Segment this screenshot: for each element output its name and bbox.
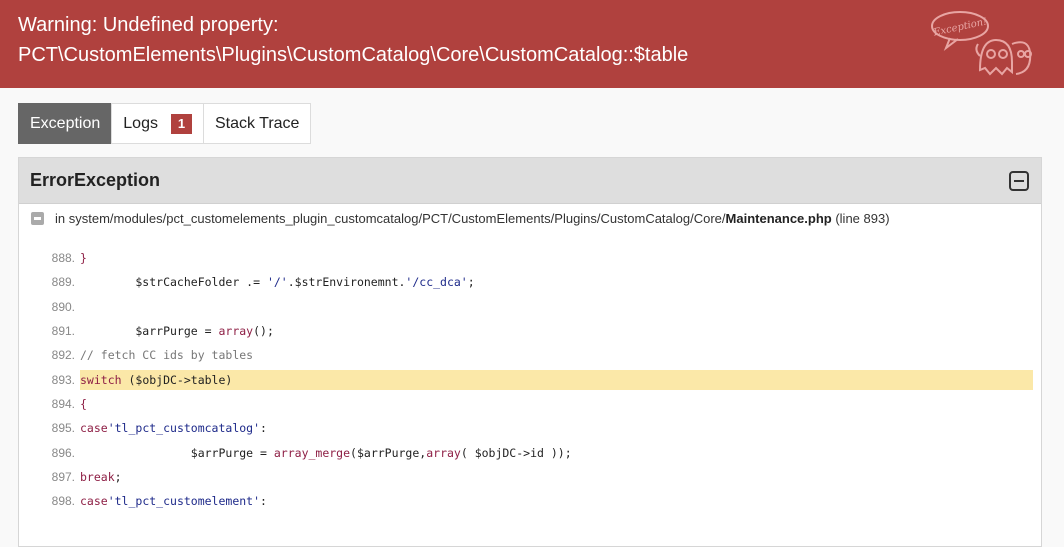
exception-panel-header: ErrorException (19, 158, 1041, 204)
tab-exception[interactable]: Exception (18, 103, 113, 144)
line-number: 894. (51, 396, 75, 411)
tab-exception-label: Exception (30, 114, 101, 132)
error-header: Warning: Undefined property: PCT\CustomE… (0, 0, 1064, 88)
code-line: 890. (19, 295, 1043, 319)
code-line: 888. } (19, 246, 1043, 270)
logs-count-badge: 1 (170, 113, 192, 134)
error-title-line1: Warning: Undefined property: (18, 14, 279, 36)
collapse-panel-button[interactable] (1009, 171, 1029, 191)
tab-stack-trace[interactable]: Stack Trace (202, 103, 312, 144)
line-number: 893. (51, 372, 75, 387)
code-line: 889. $strCacheFolder .= '/' .$strEnvirone… (19, 270, 1043, 294)
tab-bar: Exception Logs 1 Stack Trace (18, 103, 312, 144)
line-number: 888. (51, 251, 75, 266)
file-path: in system/modules/pct_customelements_plu… (55, 211, 726, 226)
error-title-line2: PCT\CustomElements\Plugins\CustomCatalog… (18, 44, 689, 66)
code-text: { (80, 396, 87, 411)
code-line: 894. { (19, 392, 1043, 416)
code-text: case 'tl_pct_customcatalog': (80, 421, 267, 436)
line-number: 895. (51, 421, 75, 436)
exception-panel: ErrorException in system/modules/pct_cus… (18, 157, 1042, 547)
code-text: $strCacheFolder .= '/' .$strEnvironemnt. '… (80, 275, 475, 290)
line-number: 892. (51, 348, 75, 363)
code-text: break; (80, 469, 122, 484)
file-location: in system/modules/pct_customelements_plu… (31, 211, 890, 226)
line-number: 898. (51, 494, 75, 509)
code-line: 892. // fetch CC ids by tables (19, 343, 1043, 367)
code-text: // fetch CC ids by tables (80, 348, 254, 363)
tab-stack-trace-label: Stack Trace (214, 114, 300, 132)
code-text: switch ($objDC->table) (80, 369, 1033, 390)
code-line-highlighted: 893. switch ($objDC->table) (19, 367, 1043, 391)
line-number: 897. (51, 469, 75, 484)
code-text: case 'tl_pct_customelement': (80, 494, 267, 509)
code-line: 891. $arrPurge = array (); (19, 319, 1043, 343)
code-line: 895. case 'tl_pct_customcatalog': (19, 416, 1043, 440)
line-number: 891. (51, 324, 75, 339)
tab-logs[interactable]: Logs 1 (111, 103, 204, 144)
code-excerpt: 888. } 889. $strCacheFolder .= '/' .$strEn… (19, 246, 1043, 513)
code-line: 896. $arrPurge = array_merge ($arrPurge, a… (19, 440, 1043, 464)
code-text: $arrPurge = array_merge ($arrPurge, array(… (80, 445, 572, 460)
code-text: $arrPurge = array (); (80, 324, 274, 339)
tab-logs-label: Logs (123, 114, 158, 132)
collapse-code-toggle[interactable] (31, 212, 44, 225)
file-name: Maintenance.php (725, 211, 832, 226)
exception-ghost-icon: Exception! (931, 11, 1032, 76)
line-number: 889. (51, 275, 75, 290)
exception-type-title: ErrorException (30, 170, 161, 190)
code-line: 897. break; (19, 465, 1043, 489)
line-number: 890. (51, 299, 75, 314)
code-line: 898. case 'tl_pct_customelement': (19, 489, 1043, 513)
file-line-number: (line 893) (835, 211, 890, 226)
code-text: } (80, 251, 87, 266)
error-title: Warning: Undefined property: PCT\CustomE… (18, 10, 688, 70)
line-number: 896. (51, 445, 75, 460)
